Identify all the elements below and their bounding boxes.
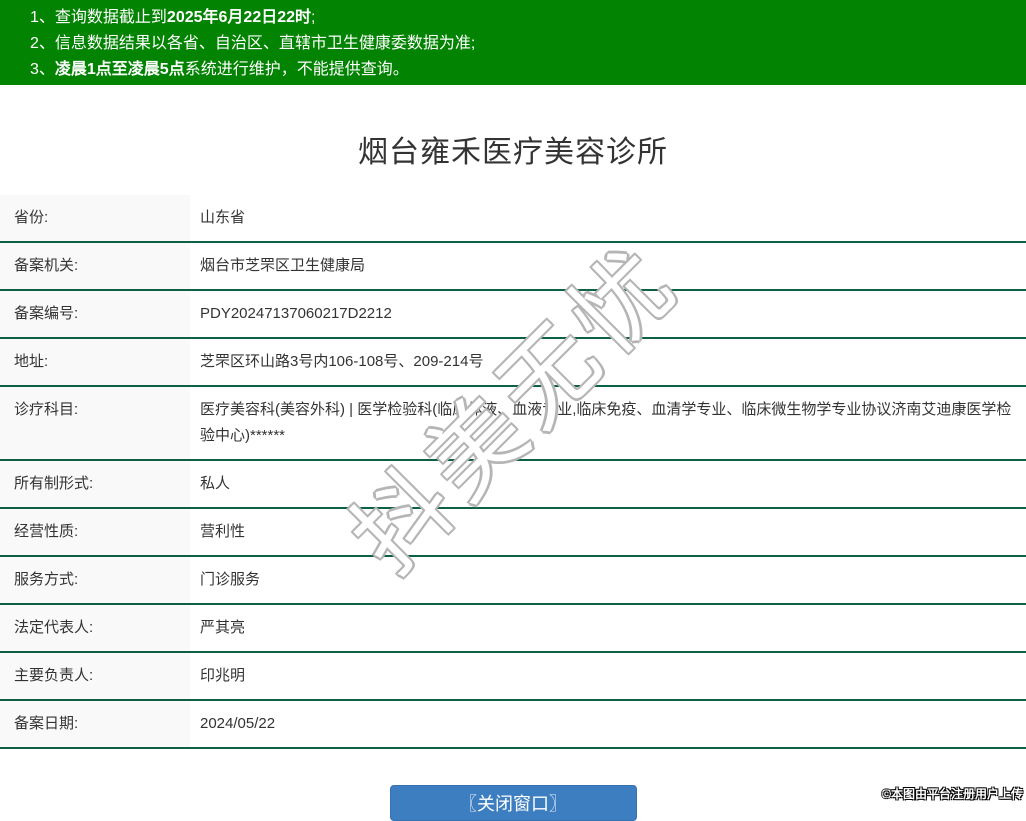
row-value: 山东省: [200, 209, 246, 226]
notice-text-bold: 2025年6月22日22时: [166, 9, 312, 26]
row-value: PDY20247137060217D2212: [200, 305, 392, 322]
upload-credit-text: ©本图由平台注册用户上传: [882, 787, 1023, 801]
row-label: 备案日期:: [0, 701, 190, 747]
notice-text: ;: [311, 9, 316, 26]
notice-text: 信息数据结果以各省、自治区、直辖市卫生健康委数据为准;: [54, 35, 476, 52]
table-row-medical-subjects: 诊疗科目: 医疗美容科(美容外科) | 医学检验科(临床体液、血液专业,临床免疫…: [0, 387, 1026, 461]
row-value: 印兆明: [200, 667, 246, 684]
notice-line-3: 3、凌晨1点至凌晨5点系统进行维护，不能提供查询。: [30, 57, 1026, 83]
close-window-button[interactable]: 〖关闭窗口〗: [389, 785, 637, 821]
row-value: 烟台市芝罘区卫生健康局: [200, 257, 366, 274]
table-row-legal-representative: 法定代表人: 严其亮: [0, 605, 1026, 653]
table-row-filing-date: 备案日期: 2024/05/22: [0, 701, 1026, 749]
row-label: 诊疗科目:: [0, 387, 190, 459]
notice-text: 查询数据截止到: [54, 9, 167, 26]
row-value: 严其亮: [200, 619, 246, 636]
row-label: 经营性质:: [0, 509, 190, 555]
row-label: 法定代表人:: [0, 605, 190, 651]
notice-text-bold: 凌晨1点至凌晨5点: [54, 61, 185, 78]
table-row-province: 省份: 山东省: [0, 195, 1026, 243]
row-label: 备案编号:: [0, 291, 190, 337]
notice-number: 2、: [30, 35, 55, 52]
notice-number: 1、: [30, 9, 55, 26]
notice-text: 系统进行维护，不能提供查询。: [184, 61, 409, 78]
row-label: 备案机关:: [0, 243, 190, 289]
row-label: 服务方式:: [0, 557, 190, 603]
record-table: 省份: 山东省 备案机关: 烟台市芝罘区卫生健康局 备案编号: PDY20247…: [0, 195, 1026, 749]
row-label: 所有制形式:: [0, 461, 190, 507]
row-value: 门诊服务: [200, 571, 261, 588]
row-value: 私人: [200, 475, 231, 492]
table-row-main-principal: 主要负责人: 印兆明: [0, 653, 1026, 701]
table-row-address: 地址: 芝罘区环山路3号内106-108号、209-214号: [0, 339, 1026, 387]
notice-line-1: 1、查询数据截止到2025年6月22日22时;: [30, 5, 1026, 31]
notice-bar: 1、查询数据截止到2025年6月22日22时; 2、信息数据结果以各省、自治区、…: [0, 0, 1026, 85]
notice-number: 3、: [30, 61, 55, 78]
notice-line-2: 2、信息数据结果以各省、自治区、直辖市卫生健康委数据为准;: [30, 31, 1026, 57]
table-row-filing-authority: 备案机关: 烟台市芝罘区卫生健康局: [0, 243, 1026, 291]
row-label: 省份:: [0, 195, 190, 241]
row-value: 芝罘区环山路3号内106-108号、209-214号: [200, 353, 484, 370]
row-label: 主要负责人:: [0, 653, 190, 699]
page-title: 烟台雍禾医疗美容诊所: [358, 136, 668, 169]
row-value: 2024/05/22: [200, 715, 276, 732]
table-row-business-nature: 经营性质: 营利性: [0, 509, 1026, 557]
table-row-service-mode: 服务方式: 门诊服务: [0, 557, 1026, 605]
row-label: 地址:: [0, 339, 190, 385]
row-value: 医疗美容科(美容外科) | 医学检验科(临床体液、血液专业,临床免疫、血清学专业…: [200, 401, 1012, 444]
table-row-filing-number: 备案编号: PDY20247137060217D2212: [0, 291, 1026, 339]
table-row-ownership: 所有制形式: 私人: [0, 461, 1026, 509]
row-value: 营利性: [200, 523, 246, 540]
